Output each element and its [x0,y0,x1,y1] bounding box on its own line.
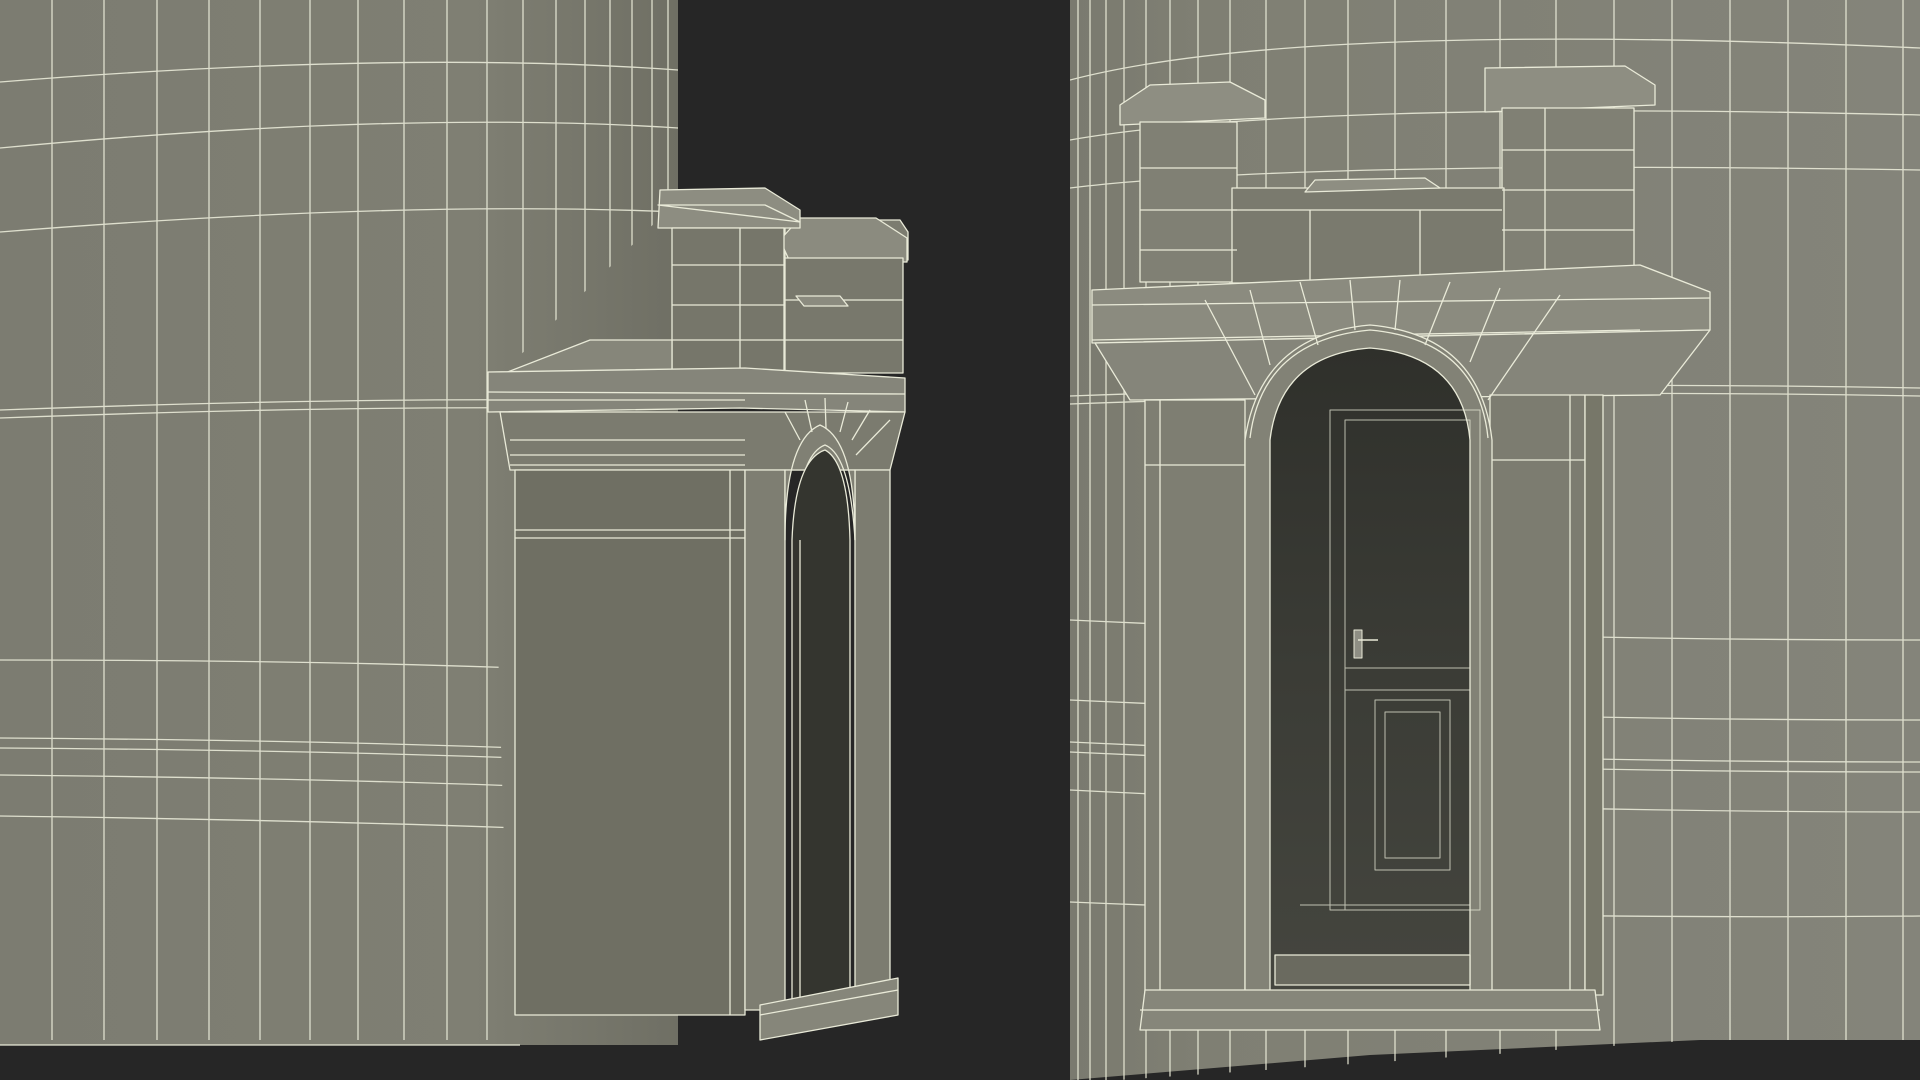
right-battlement-wall [1231,187,1505,284]
right-merlon-left [1139,121,1238,283]
left-cornice [487,367,906,413]
right-merlon-right [1501,107,1635,284]
left-merlon-small [795,295,849,307]
door-handle-icon [1353,629,1363,659]
left-pillar-outer [744,469,786,1011]
left-merlon-tall [671,227,785,374]
left-gatehouse-side [514,469,746,1016]
render-viewport [0,0,1920,1080]
right-pillar-right [1489,394,1586,996]
right-door-opening [1269,347,1471,996]
left-door-opening [791,449,851,1006]
left-battlement-wall [784,257,904,374]
left-pillar-right [854,469,891,1011]
right-threshold [1274,954,1471,986]
right-merlon-right-cap [1484,65,1656,113]
right-pillar-far [1584,394,1604,996]
